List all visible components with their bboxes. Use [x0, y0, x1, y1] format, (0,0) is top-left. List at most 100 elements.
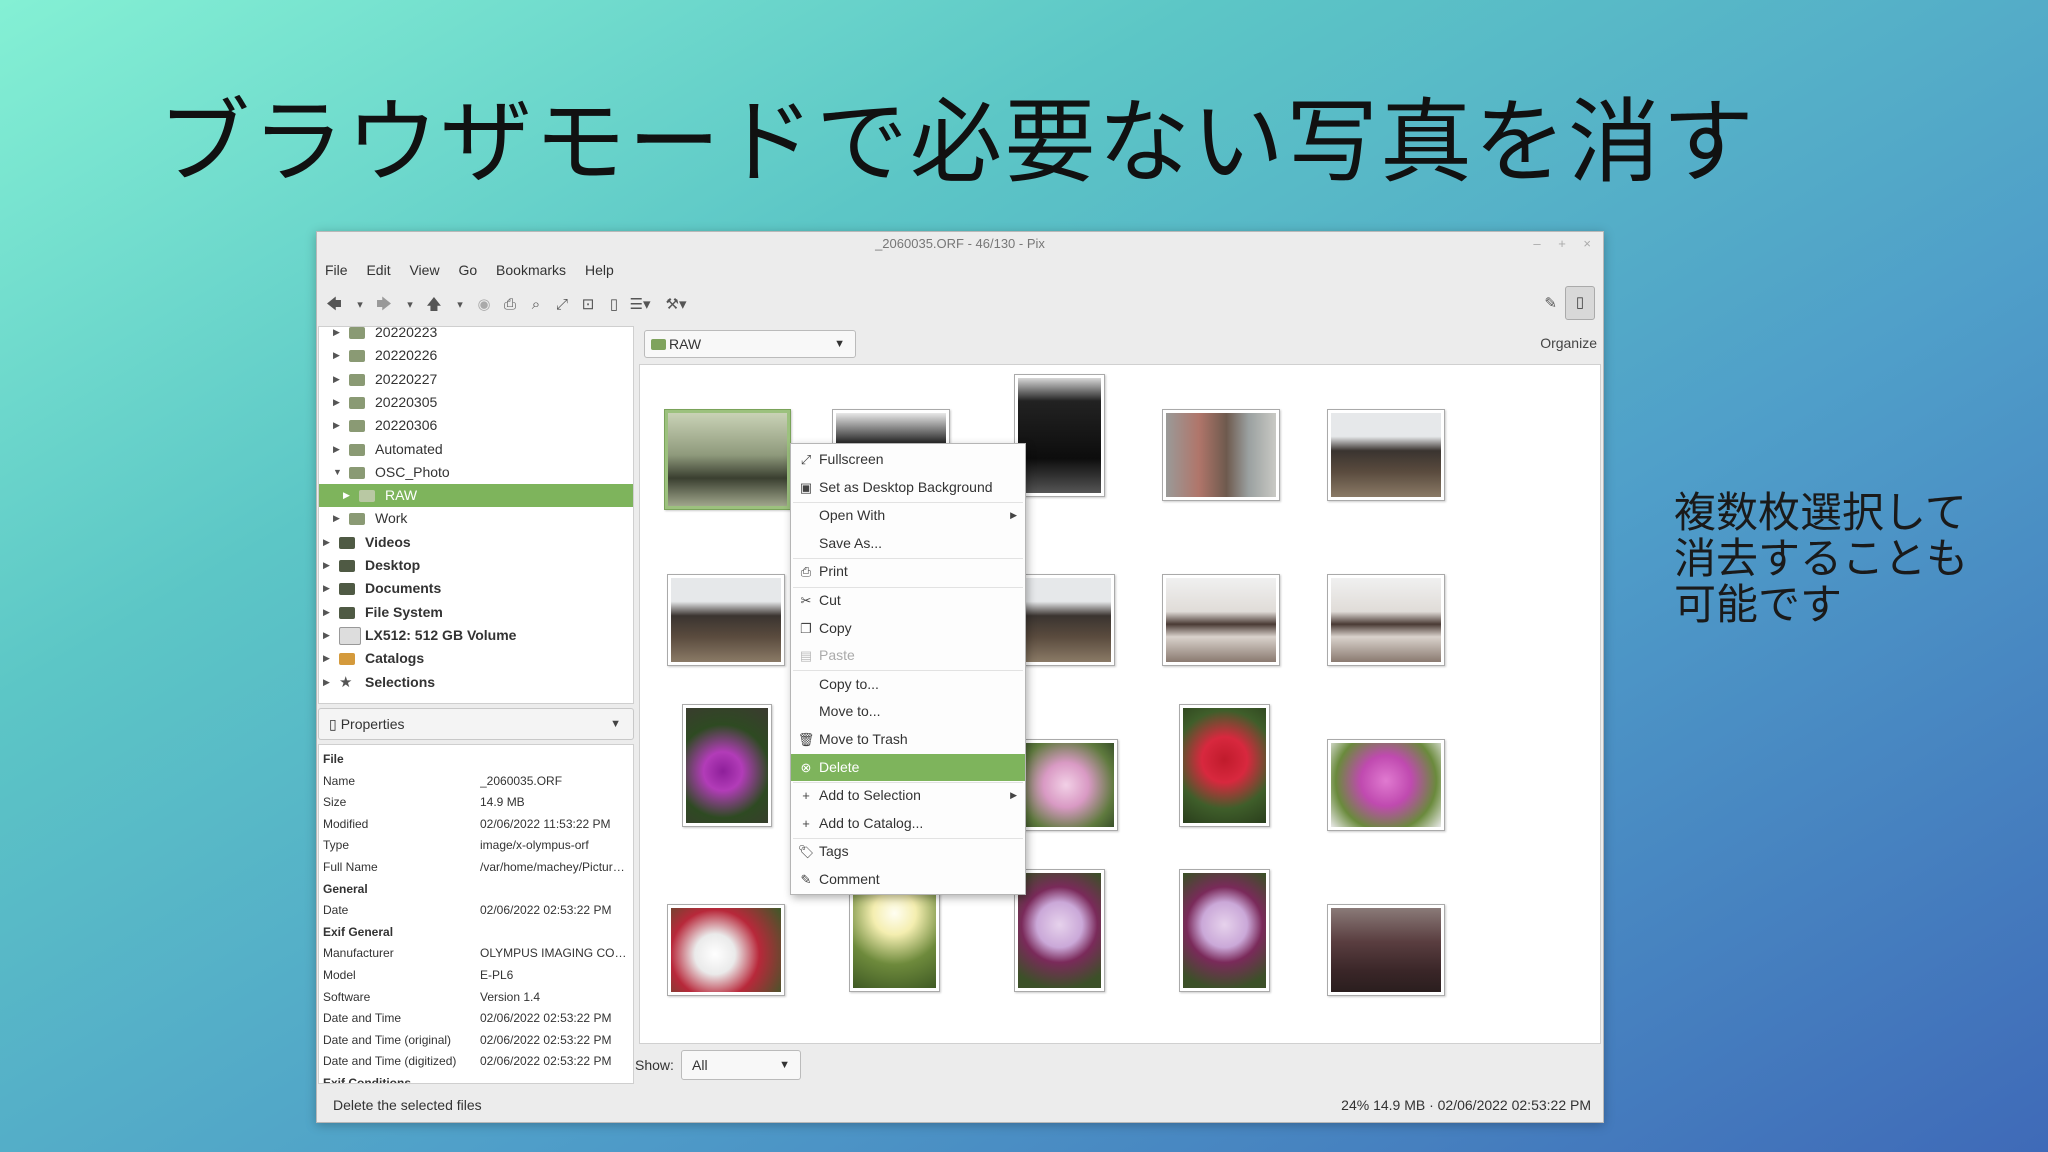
- stop-icon[interactable]: ◉: [473, 294, 495, 316]
- photo-thumbnail[interactable]: [1179, 869, 1270, 993]
- print-icon: ⎙: [800, 564, 812, 580]
- expander-closed-icon[interactable]: ▶: [323, 531, 330, 554]
- tree-item[interactable]: ▶ Documents: [319, 577, 633, 600]
- tree-item[interactable]: ▶ Work: [319, 507, 633, 530]
- expander-closed-icon[interactable]: ▶: [333, 414, 340, 437]
- menu-item-move-to-trash[interactable]: 🗑 Move to Trash: [791, 726, 1025, 753]
- menu-item-fullscreen[interactable]: ⤢ Fullscreen: [791, 446, 1025, 473]
- expander-closed-icon[interactable]: ▶: [323, 577, 330, 600]
- photo-thumbnail[interactable]: [1014, 739, 1118, 831]
- photo-thumbnail[interactable]: [1326, 739, 1446, 831]
- photo-thumbnail[interactable]: [1326, 409, 1446, 501]
- expander-closed-icon[interactable]: ▶: [333, 507, 340, 530]
- property-key: Type: [323, 838, 350, 853]
- close-button[interactable]: ×: [1583, 236, 1591, 251]
- photo-thumbnail[interactable]: [1161, 409, 1281, 501]
- menu-edit[interactable]: Edit: [366, 262, 390, 278]
- menu-item-set-as-desktop-background[interactable]: ▣ Set as Desktop Background: [791, 474, 1025, 501]
- menu-item-move-to[interactable]: Move to...: [791, 698, 1025, 725]
- menu-item-comment[interactable]: ✎ Comment: [791, 866, 1025, 893]
- menu-item-open-with[interactable]: Open With ▶: [791, 502, 1025, 529]
- photo-thumbnail[interactable]: [1014, 869, 1105, 993]
- location-bar: RAW ▼ Organize: [641, 328, 1599, 358]
- chevron-down-icon: ▼: [834, 338, 845, 350]
- menu-file[interactable]: File: [325, 262, 348, 278]
- expander-closed-icon[interactable]: ▶: [323, 624, 330, 647]
- photo-thumbnail[interactable]: [666, 574, 786, 666]
- show-filter-combo[interactable]: All ▼: [681, 1050, 801, 1080]
- up-icon[interactable]: 🡅: [423, 294, 445, 316]
- menu-item-delete[interactable]: ⊗ Delete: [791, 753, 1025, 781]
- expander-closed-icon[interactable]: ▶: [323, 647, 330, 670]
- photo-thumbnail[interactable]: [681, 704, 773, 828]
- slideshow-icon[interactable]: ⊡: [577, 294, 599, 316]
- fullscreen-icon[interactable]: ⤢: [551, 294, 573, 316]
- expander-closed-icon[interactable]: ▶: [333, 344, 340, 367]
- photo-thumbnail[interactable]: [664, 409, 792, 510]
- tree-item[interactable]: ▶ Desktop: [319, 554, 633, 577]
- tree-item[interactable]: ▶ 20220305: [319, 391, 633, 414]
- tree-item[interactable]: ▶ LX512: 512 GB Volume: [319, 624, 633, 647]
- expander-closed-icon[interactable]: ▶: [333, 391, 340, 414]
- up-dropdown-icon[interactable]: ▾: [449, 294, 471, 316]
- tree-item[interactable]: ▶ RAW: [319, 484, 633, 508]
- expander-closed-icon[interactable]: ▶: [333, 327, 340, 344]
- menu-go[interactable]: Go: [458, 262, 477, 278]
- menu-help[interactable]: Help: [585, 262, 614, 278]
- back-dropdown-icon[interactable]: ▾: [349, 294, 371, 316]
- photo-thumbnail[interactable]: [1326, 574, 1446, 666]
- properties-icon[interactable]: ▯: [603, 294, 625, 316]
- fullscreen-icon: ⤢: [800, 452, 812, 467]
- expander-closed-icon[interactable]: ▶: [323, 601, 330, 624]
- menu-item-copy[interactable]: ❐ Copy: [791, 615, 1025, 642]
- minimize-button[interactable]: –: [1533, 236, 1540, 251]
- tree-item[interactable]: ▼ OSC_Photo: [319, 461, 633, 484]
- tools-icon[interactable]: ⚒▾: [665, 294, 687, 316]
- photo-thumbnail[interactable]: [1014, 374, 1105, 498]
- forward-icon[interactable]: 🡆: [373, 294, 395, 316]
- photo-image: [1330, 413, 1442, 497]
- tree-item[interactable]: ▶ 20220227: [319, 368, 633, 391]
- menu-item-add-to-selection[interactable]: + Add to Selection ▶: [791, 782, 1025, 809]
- print-icon[interactable]: ⎙: [499, 294, 521, 316]
- tree-item[interactable]: ▶ 20220306: [319, 414, 633, 437]
- menu-item-save-as[interactable]: Save As...: [791, 530, 1025, 557]
- menu-item-add-to-catalog[interactable]: + Add to Catalog...: [791, 810, 1025, 837]
- tree-item[interactable]: ▶ File System: [319, 601, 633, 624]
- forward-dropdown-icon[interactable]: ▾: [399, 294, 421, 316]
- menu-view[interactable]: View: [409, 262, 439, 278]
- menu-item-cut[interactable]: ✂ Cut: [791, 587, 1025, 614]
- expander-closed-icon[interactable]: ▶: [343, 484, 350, 507]
- expander-closed-icon[interactable]: ▶: [323, 671, 330, 694]
- tree-item[interactable]: ▶ Automated: [319, 438, 633, 461]
- menu-item-print[interactable]: ⎙ Print: [791, 558, 1025, 585]
- maximize-button[interactable]: +: [1558, 236, 1566, 251]
- menu-item-label: Add to Selection: [819, 787, 921, 804]
- properties-toggle-icon[interactable]: ▯: [1565, 286, 1595, 320]
- expander-closed-icon[interactable]: ▶: [333, 438, 340, 461]
- tree-item[interactable]: ▶ 20220226: [319, 344, 633, 367]
- photo-thumbnail[interactable]: [666, 904, 786, 996]
- menu-bookmarks[interactable]: Bookmarks: [496, 262, 566, 278]
- photo-thumbnail[interactable]: [1161, 574, 1281, 666]
- expander-open-icon[interactable]: ▼: [333, 461, 342, 484]
- tree-item[interactable]: ▶ Videos: [319, 531, 633, 554]
- edit-icon[interactable]: ✎: [1544, 294, 1557, 312]
- view-menu-icon[interactable]: ☰▾: [629, 294, 651, 316]
- expander-closed-icon[interactable]: ▶: [333, 368, 340, 391]
- tree-item[interactable]: ▶ Catalogs: [319, 647, 633, 670]
- folder-combo[interactable]: RAW ▼: [644, 330, 856, 358]
- back-icon[interactable]: 🡄: [323, 294, 345, 316]
- tree-item[interactable]: ▶ 20220223: [319, 327, 633, 344]
- catalog-icon: [339, 653, 355, 666]
- organize-button[interactable]: Organize: [1540, 330, 1597, 356]
- menu-item-label: Add to Catalog...: [819, 814, 924, 831]
- photo-thumbnail[interactable]: [1326, 904, 1446, 996]
- expander-closed-icon[interactable]: ▶: [323, 554, 330, 577]
- menu-item-tags[interactable]: 🏷 Tags: [791, 838, 1025, 865]
- properties-header[interactable]: ▯ Properties ▼: [318, 708, 634, 740]
- tree-item[interactable]: ▶ ★ Selections: [319, 671, 633, 694]
- menu-item-copy-to[interactable]: Copy to...: [791, 671, 1025, 698]
- photo-thumbnail[interactable]: [1179, 704, 1270, 828]
- zoom-icon[interactable]: ⌕: [525, 294, 547, 316]
